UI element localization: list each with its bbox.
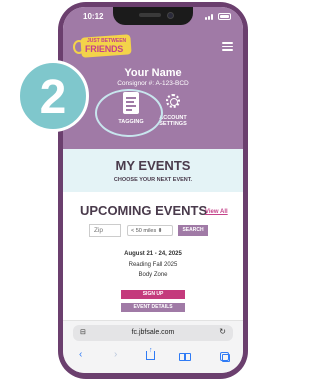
battery-icon	[218, 13, 231, 20]
hamburger-menu-icon[interactable]	[222, 42, 233, 51]
url-text: fc.jbfsale.com	[131, 329, 175, 336]
event-dates: August 21 - 24, 2025	[124, 251, 182, 257]
forward-icon[interactable]: ›	[114, 349, 117, 360]
safari-toolbar: ‹ › ↑	[63, 344, 243, 373]
distance-select[interactable]: < 50 miles ⬍	[127, 225, 173, 236]
step-number: 2	[39, 71, 67, 124]
status-time: 10:12	[83, 12, 104, 21]
upcoming-events-title: UPCOMING EVENTS	[80, 203, 208, 218]
phone-screen: 10:12 JUST BETWEEN FRIENDS Your Name Con…	[63, 7, 243, 373]
reload-icon[interactable]: ↻	[219, 327, 226, 336]
camera-icon	[167, 12, 174, 19]
select-arrows-icon: ⬍	[157, 228, 163, 234]
my-events-subtitle: CHOOSE YOUR NEXT EVENT.	[113, 177, 193, 183]
signal-icon	[205, 13, 215, 20]
my-events-section: MY EVENTS CHOOSE YOUR NEXT EVENT.	[63, 149, 243, 192]
brand-logo[interactable]: JUST BETWEEN FRIENDS	[73, 34, 135, 58]
safari-address-bar: ⊟ fc.jbfsale.com ↻	[63, 320, 243, 344]
step-badge: 2	[17, 60, 89, 132]
distance-select-value: < 50 miles	[131, 228, 157, 234]
logo-text-bottom: FRIENDS	[85, 44, 124, 54]
gear-icon	[166, 94, 180, 108]
highlight-circle	[95, 89, 163, 137]
view-all-link[interactable]: View All	[205, 209, 228, 215]
event-name: Reading Fall 2025	[128, 262, 178, 268]
share-icon[interactable]	[146, 351, 155, 360]
status-bar: 10:12	[63, 7, 243, 29]
url-field[interactable]: ⊟ fc.jbfsale.com ↻	[73, 325, 233, 341]
consignor-id: Consignor #: A-123-BCD	[117, 80, 189, 87]
site-header: JUST BETWEEN FRIENDS Your Name Consignor…	[63, 29, 243, 149]
notch	[113, 7, 193, 25]
search-button[interactable]: SEARCH	[178, 225, 208, 236]
speaker-icon	[139, 13, 161, 17]
my-events-title: MY EVENTS	[115, 158, 191, 173]
bookmarks-icon[interactable]	[179, 353, 191, 361]
user-name: Your Name	[124, 67, 182, 79]
tabs-icon[interactable]	[220, 352, 230, 362]
event-zone: Body Zone	[138, 272, 168, 278]
event-details-button[interactable]: EVENT DETAILS	[121, 303, 185, 312]
back-icon[interactable]: ‹	[79, 349, 82, 360]
status-icons	[205, 13, 231, 20]
sign-up-button[interactable]: SIGN UP	[121, 290, 185, 299]
zip-input[interactable]	[89, 224, 121, 237]
